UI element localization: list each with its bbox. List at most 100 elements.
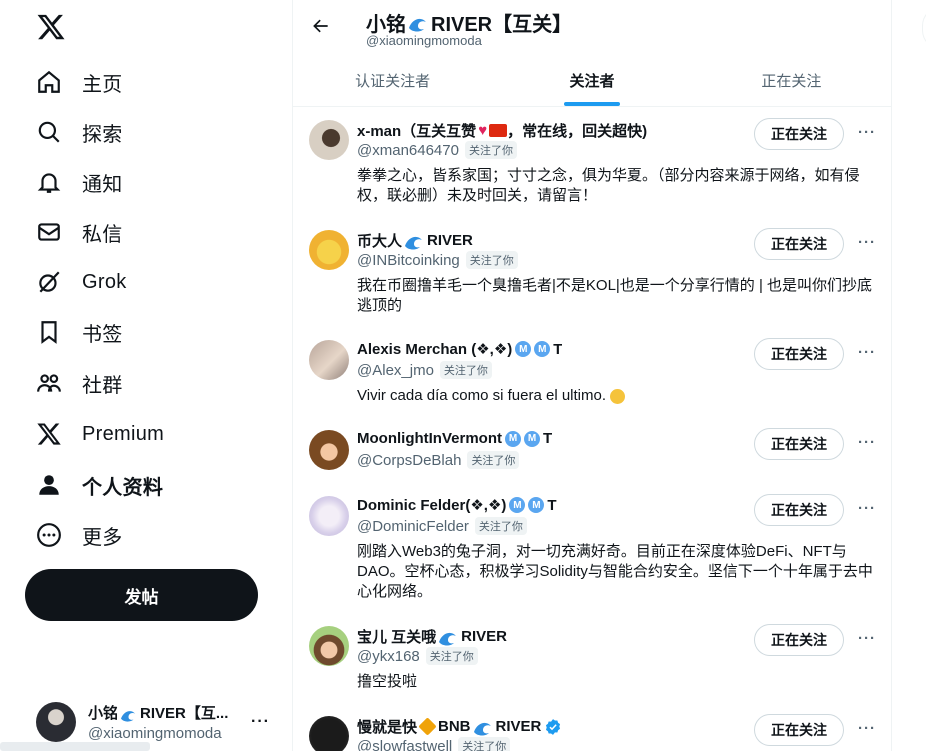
user-name: Alexis Merchan (❖,❖) M M T	[357, 340, 563, 359]
orange-diamond-icon	[418, 717, 437, 736]
tooltip-fragment	[0, 742, 150, 751]
wave-emoji-icon	[405, 236, 423, 249]
user-handle: @ykx168	[357, 647, 420, 665]
home-icon	[36, 69, 62, 95]
more-dots-icon[interactable]: ···	[855, 626, 879, 650]
user-bio: 我在币圈撸羊毛一个臭撸毛者|不是KOL|也是一个分享行情的 | 也是叫你们抄底逃…	[357, 277, 873, 314]
following-button[interactable]: 正在关注	[754, 338, 844, 370]
china-flag-icon	[489, 124, 508, 137]
nav-label: Premium	[82, 422, 165, 445]
avatar	[309, 716, 349, 751]
nav-messages[interactable]: 私信	[24, 209, 135, 255]
follows-you-badge: 关注了你	[425, 647, 478, 665]
nav-label: 个人资料	[82, 476, 164, 499]
back-arrow-icon	[313, 19, 328, 33]
more-dots-icon[interactable]: ···	[855, 120, 879, 144]
user-name: 宝儿 互关哦 RIVER	[357, 628, 508, 646]
avatar	[309, 120, 349, 160]
nav-label: 书签	[82, 323, 123, 346]
user-name: 币大人 RIVER	[357, 232, 473, 250]
following-button[interactable]: 正在关注	[754, 118, 844, 150]
user-name: x-man（互关互赞 ♥ ，常在线，回关超快)	[357, 122, 648, 140]
more-dots-icon[interactable]: ···	[855, 496, 879, 520]
grok-icon	[36, 269, 62, 295]
following-button[interactable]: 正在关注	[754, 428, 844, 460]
back-button[interactable]	[303, 8, 339, 44]
right-column	[904, 0, 926, 751]
following-button[interactable]: 正在关注	[754, 624, 844, 656]
x-logo-icon	[36, 421, 62, 447]
post-button[interactable]: 发帖	[25, 569, 258, 621]
follows-you-badge: 关注了你	[439, 361, 492, 379]
more-dots-icon[interactable]: ···	[855, 430, 879, 454]
nav-grok[interactable]: Grok	[24, 259, 139, 305]
communities-icon	[36, 370, 62, 396]
main-column: 小铭 RIVER【互关】 @xiaomingmomoda 认证关注者 关注者 正…	[292, 0, 892, 751]
search-icon	[36, 119, 62, 145]
nav-communities[interactable]: 社群	[24, 360, 135, 406]
m-badge-icon: M	[509, 497, 526, 513]
user-bio: Vivir cada día como si fuera el ultimo.	[357, 386, 877, 406]
user-name: 慢就是快 BNB RIVER	[357, 716, 562, 737]
avatar	[309, 496, 349, 536]
user-bio: 撸空投啦	[357, 673, 418, 690]
nav-label: 私信	[82, 223, 123, 246]
nav-label: 通知	[82, 173, 123, 196]
following-button[interactable]: 正在关注	[754, 228, 844, 260]
more-dots-icon[interactable]: ···	[251, 713, 270, 731]
avatar	[309, 430, 349, 470]
m-badge-icon: M	[515, 341, 532, 357]
nav-profile[interactable]: 个人资料	[24, 462, 175, 508]
user-handle: @slowfastwell	[357, 737, 453, 751]
tab-verified-followers[interactable]: 认证关注者	[293, 54, 492, 106]
user-bio: 刚踏入Web3的兔子洞，对一切充满好奇。目前正在深度体验DeFi、NFT与DAO…	[357, 543, 873, 600]
more-dots-icon[interactable]: ···	[855, 230, 879, 254]
nav-label: 更多	[82, 526, 123, 549]
user-handle: @xman646470	[357, 141, 459, 159]
avatar	[309, 340, 349, 380]
more-circle-icon	[36, 522, 62, 548]
more-dots-icon[interactable]: ···	[855, 340, 879, 364]
follows-you-badge: 关注了你	[464, 141, 517, 159]
nav-label: 探索	[82, 123, 123, 146]
more-dots-icon[interactable]: ···	[855, 716, 879, 740]
nav-explore[interactable]: 探索	[24, 109, 135, 155]
mail-icon	[36, 219, 62, 245]
m-badge-icon: M	[528, 497, 545, 513]
user-handle: @CorpsDeBlah	[357, 451, 462, 469]
wave-emoji-icon	[409, 18, 426, 31]
sunglasses-emoji-icon	[610, 388, 626, 404]
tab-following[interactable]: 正在关注	[692, 54, 891, 106]
nav-home[interactable]: 主页	[24, 59, 135, 105]
nav-label: 主页	[82, 73, 123, 96]
user-bio: 拳拳之心，皆系家国；寸寸之念，俱为华夏。（部分内容来源于网络，如有侵权，联必删）…	[357, 167, 860, 204]
following-button[interactable]: 正在关注	[754, 714, 844, 746]
person-icon	[36, 472, 62, 498]
profile-handle: @xiaomingmomoda	[366, 33, 482, 48]
bookmark-icon	[36, 319, 62, 345]
user-handle: @Alex_jmo	[357, 361, 434, 379]
nav-more[interactable]: 更多	[24, 512, 135, 558]
follows-you-badge: 关注了你	[467, 451, 520, 469]
nav-label: Grok	[82, 270, 127, 293]
user-name: Dominic Felder(❖,❖) M M T	[357, 496, 557, 515]
heart-emoji-icon: ♥	[478, 122, 488, 139]
user-handle: @DominicFelder	[357, 517, 469, 535]
account-name: 小铭 RIVER【互...	[88, 705, 229, 722]
nav-notifications[interactable]: 通知	[24, 159, 135, 205]
wave-emoji-icon	[121, 710, 136, 722]
search-box[interactable]	[922, 6, 926, 50]
avatar	[309, 626, 349, 666]
nav-bookmarks[interactable]: 书签	[24, 309, 135, 355]
avatar	[36, 702, 76, 742]
follows-you-badge: 关注了你	[465, 251, 518, 269]
wave-emoji-icon	[439, 632, 457, 645]
m-badge-icon: M	[523, 430, 540, 447]
nav-premium[interactable]: Premium	[24, 411, 176, 457]
following-button[interactable]: 正在关注	[754, 494, 844, 526]
wave-emoji-icon	[473, 722, 491, 735]
bell-icon	[36, 169, 62, 195]
x-logo-icon[interactable]	[36, 12, 66, 42]
tab-followers[interactable]: 关注者	[492, 54, 691, 106]
m-badge-icon: M	[534, 341, 551, 357]
